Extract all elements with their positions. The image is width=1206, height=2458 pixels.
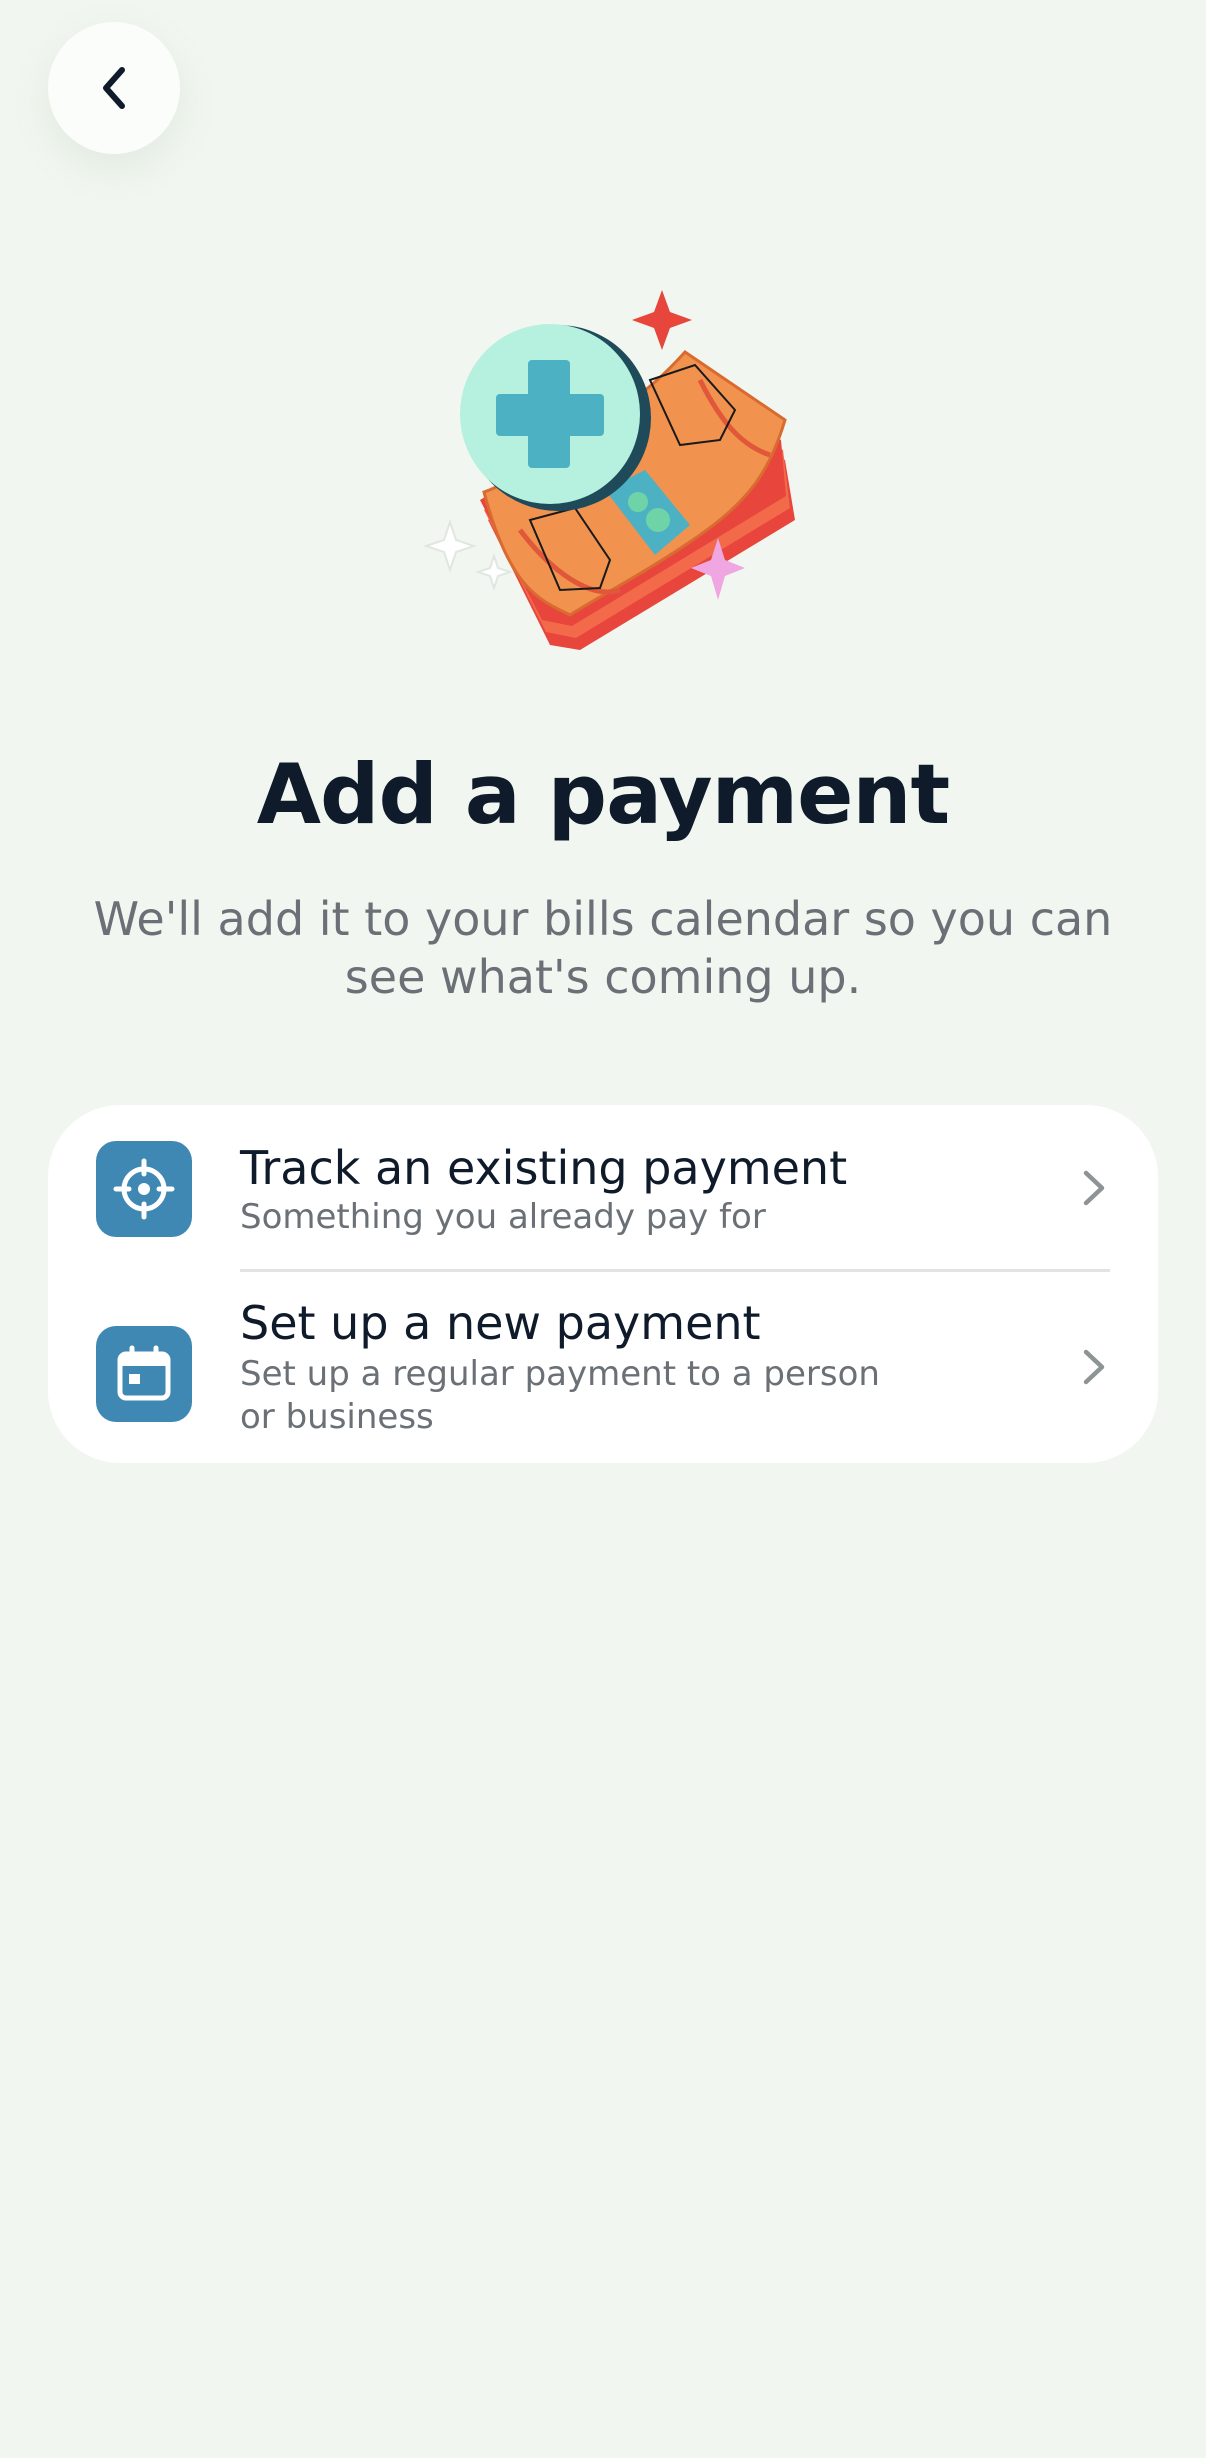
track-existing-payment-option[interactable]: Track an existing payment Something you …	[48, 1105, 1158, 1272]
payment-options-card: Track an existing payment Something you …	[48, 1105, 1158, 1463]
money-with-plus-illustration	[422, 290, 795, 650]
back-button[interactable]	[48, 22, 180, 154]
target-icon	[113, 1158, 175, 1220]
option-title: Set up a new payment	[240, 1296, 761, 1350]
calendar-icon-tile	[96, 1326, 192, 1422]
set-up-new-payment-option[interactable]: Set up a new payment Set up a regular pa…	[48, 1271, 1158, 1463]
target-icon-tile	[96, 1141, 192, 1237]
chevron-left-icon	[103, 67, 125, 109]
option-description: Set up a regular payment to a person or …	[240, 1354, 880, 1437]
calendar-icon	[117, 1345, 171, 1401]
option-description: Something you already pay for	[240, 1197, 766, 1237]
chevron-right-icon	[1083, 1170, 1105, 1206]
chevron-right-icon	[1083, 1349, 1105, 1385]
page-title: Add a payment	[256, 746, 950, 843]
page-subtitle: We'll add it to your bills calendar so y…	[93, 892, 1113, 1004]
option-title: Track an existing payment	[240, 1141, 848, 1195]
